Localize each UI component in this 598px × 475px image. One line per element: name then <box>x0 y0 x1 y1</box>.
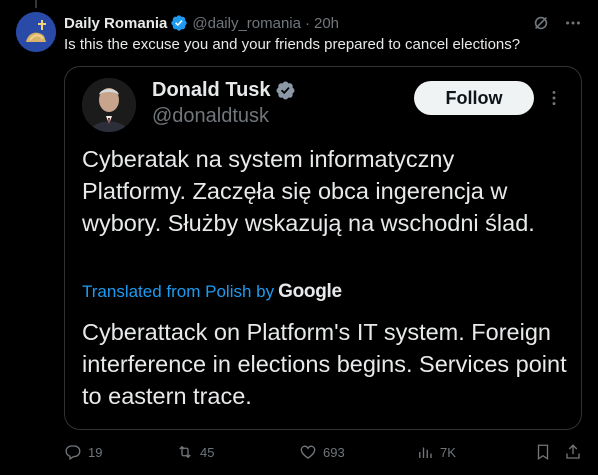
grok-icon[interactable] <box>532 14 550 32</box>
repost-icon <box>179 445 191 459</box>
quoted-original-text: Cyberatak na system informatyczny Platfo… <box>82 146 535 236</box>
separator-dot: · <box>305 14 310 32</box>
author-handle[interactable]: @daily_romania <box>192 15 301 32</box>
tweet-text: Is this the excuse you and your friends … <box>64 36 521 53</box>
repost-button[interactable]: 45 <box>176 443 214 461</box>
tweet-header: Daily Romania @daily_romania · 20h <box>64 13 582 33</box>
google-logo: Google <box>278 281 342 302</box>
tweet-actions-bar: 19 45 693 7K <box>64 443 582 463</box>
quoted-translated-text: Cyberattack on Platform's IT system. For… <box>82 319 567 409</box>
follow-button[interactable]: Follow <box>414 81 534 115</box>
thread-connector-line <box>35 0 37 8</box>
more-horizontal-icon[interactable] <box>564 14 582 32</box>
reply-button[interactable]: 19 <box>64 443 102 461</box>
repost-count: 45 <box>200 444 215 460</box>
share-icon[interactable] <box>564 443 582 461</box>
view-count: 7K <box>440 444 456 460</box>
author-avatar[interactable] <box>16 12 56 52</box>
bookmark-icon[interactable] <box>534 443 552 461</box>
verified-badge-icon[interactable] <box>275 80 296 101</box>
translation-attribution[interactable]: Translated from Polish by Google <box>82 281 342 303</box>
like-button[interactable]: 693 <box>299 443 345 461</box>
reply-count: 19 <box>88 444 103 460</box>
quoted-tweet-card[interactable]: Donald Tusk @donaldtusk Follow Cyberatak… <box>64 66 582 430</box>
more-vertical-icon[interactable] <box>545 87 563 109</box>
translated-label: Translated from Polish by <box>82 282 275 301</box>
heart-icon <box>300 445 316 459</box>
quoted-author-name[interactable]: Donald Tusk <box>152 79 271 102</box>
views-chart-icon <box>419 447 432 458</box>
verified-badge-icon[interactable] <box>170 14 188 32</box>
header-actions <box>532 14 582 32</box>
reply-icon <box>65 445 81 460</box>
like-count: 693 <box>323 444 345 460</box>
quoted-author-handle[interactable]: @donaldtusk <box>152 105 269 128</box>
quoted-author-avatar[interactable] <box>82 78 136 132</box>
views-button[interactable]: 7K <box>416 443 456 461</box>
quoted-author-name-row: Donald Tusk <box>152 79 296 102</box>
tweet-timestamp[interactable]: 20h <box>314 15 339 32</box>
author-name[interactable]: Daily Romania <box>64 15 167 32</box>
